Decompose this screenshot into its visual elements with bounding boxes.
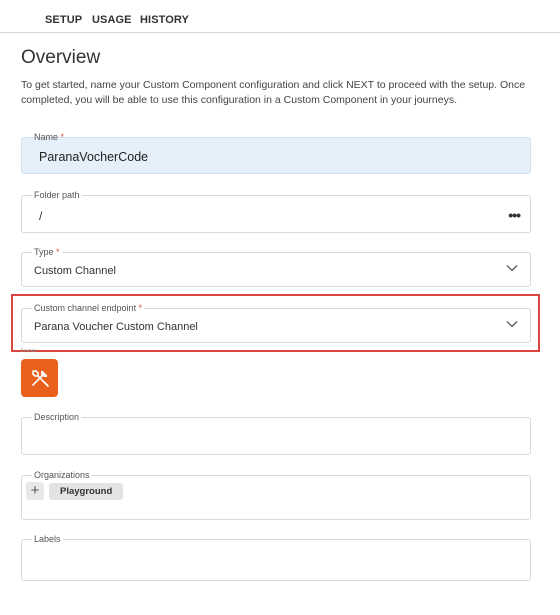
page-title: Overview: [21, 47, 101, 68]
organizations-field[interactable]: Organizations + Playground: [21, 470, 531, 520]
more-options-icon[interactable]: •••: [508, 207, 521, 223]
folder-path-label: Folder path: [32, 190, 82, 201]
organizations-label: Organizations: [32, 470, 92, 481]
tab-history[interactable]: HISTORY: [140, 14, 189, 26]
description-field[interactable]: Description: [21, 412, 531, 455]
name-field-label: Name *: [34, 132, 65, 142]
type-selected-value: Custom Channel: [34, 265, 116, 277]
labels-field[interactable]: Labels: [21, 534, 531, 581]
folder-path-field[interactable]: Folder path / •••: [21, 190, 531, 233]
folder-path-value: /: [39, 209, 43, 223]
add-organization-button[interactable]: +: [26, 482, 44, 500]
icon-label: Icon: [21, 347, 37, 352]
highlight-box: [11, 294, 540, 352]
type-select[interactable]: Type * Custom Channel: [21, 247, 531, 287]
tools-icon: [31, 370, 49, 387]
labels-label: Labels: [32, 534, 63, 545]
tab-bar: SETUP USAGE HISTORY: [0, 0, 560, 33]
tab-usage[interactable]: USAGE: [92, 14, 132, 26]
chevron-down-icon[interactable]: [506, 264, 518, 272]
required-mark: *: [60, 132, 65, 142]
organization-chip[interactable]: Playground: [49, 483, 124, 500]
description-label: Description: [32, 412, 82, 423]
tab-setup[interactable]: SETUP: [45, 14, 82, 26]
icon-picker-button[interactable]: [21, 359, 58, 397]
type-label: Type *: [32, 247, 62, 258]
name-input-value[interactable]: ParanaVocherCode: [39, 150, 148, 164]
required-mark: *: [56, 247, 60, 257]
name-field[interactable]: Name * ParanaVocherCode: [21, 132, 531, 174]
intro-text: To get started, name your Custom Compone…: [21, 79, 526, 106]
